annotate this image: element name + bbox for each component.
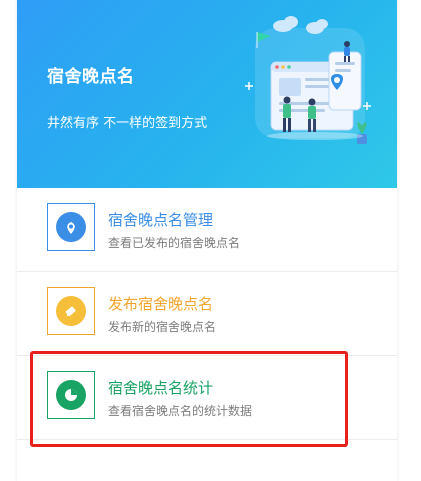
menu-item-publish-icon-box [47,287,95,335]
menu-item-manage-desc: 查看已发布的宿舍晚点名 [108,236,241,250]
menu-item-manage-icon-box [47,203,95,251]
page: 宿舍晚点名 井然有序 不一样的签到方式 宿舍晚点名管理 查看已发布的宿舍晚点名 … [0,0,421,481]
menu-item-publish-title: 发布宿舍晚点名 [108,295,214,313]
pencil-icon [56,296,86,326]
menu-item-publish-desc: 发布新的宿舍晚点名 [108,320,217,334]
highlight-annotation-box [30,351,348,447]
banner: 宿舍晚点名 井然有序 不一样的签到方式 [17,0,397,188]
people-checkin-illustration [245,16,371,144]
menu-item-publish[interactable]: 发布宿舍晚点名 发布新的宿舍晚点名 [17,272,397,356]
map-pin-icon [56,212,86,242]
menu-item-manage[interactable]: 宿舍晚点名管理 查看已发布的宿舍晚点名 [17,188,397,272]
banner-subtitle: 井然有序 不一样的签到方式 [47,116,208,131]
banner-title: 宿舍晚点名 [47,67,135,87]
menu-item-manage-title: 宿舍晚点名管理 [108,211,214,229]
